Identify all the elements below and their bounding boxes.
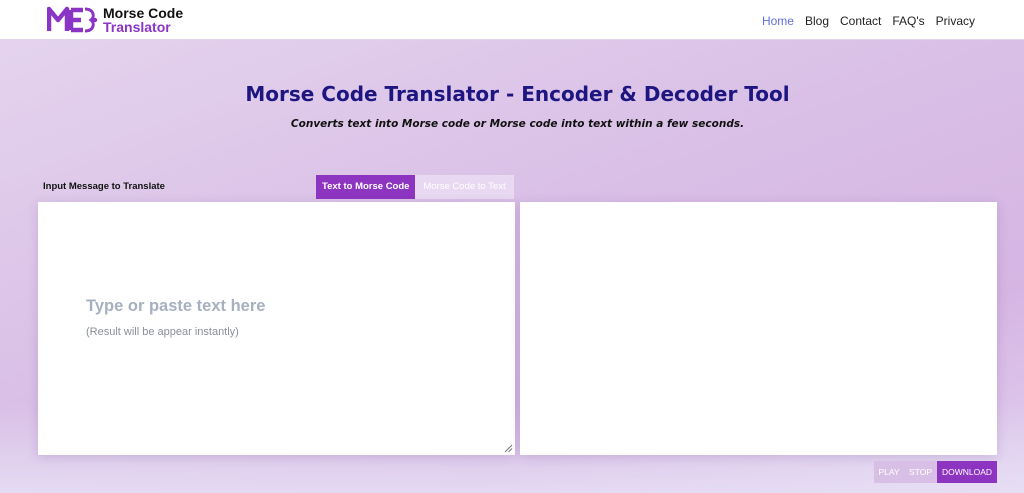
brand-name-line1: Morse Code [103, 5, 184, 21]
nav-link-faqs[interactable]: FAQ's [892, 14, 924, 28]
nav-link-blog[interactable]: Blog [805, 14, 829, 28]
page-subtitle: Converts text into Morse code or Morse c… [290, 118, 745, 130]
nav-link-contact[interactable]: Contact [840, 14, 881, 28]
tab-morse-to-text[interactable]: Morse Code to Text [415, 175, 514, 199]
brand-name-line2: Translator [103, 19, 171, 35]
main-nav: Home Blog Contact FAQ's Privacy [762, 14, 975, 28]
top-navbar: Morse Code Translator Home Blog Contact … [0, 0, 1024, 40]
download-button[interactable]: DOWNLOAD [937, 461, 997, 483]
morse-logo-icon [47, 6, 98, 33]
audio-controls: PLAY STOP DOWNLOAD [874, 461, 997, 483]
nav-link-privacy[interactable]: Privacy [936, 14, 975, 28]
stop-button[interactable]: STOP [904, 461, 937, 483]
mode-tabs: Text to Morse Code Morse Code to Text [316, 175, 514, 199]
nav-link-home[interactable]: Home [762, 14, 794, 28]
page-title: Morse Code Translator - Encoder & Decode… [245, 82, 790, 106]
input-panel: Type or paste text here (Result will be … [38, 202, 515, 455]
brand-logo[interactable]: Morse Code Translator [47, 5, 183, 35]
text-input[interactable] [38, 202, 515, 455]
input-label: Input Message to Translate [43, 181, 165, 192]
play-button[interactable]: PLAY [874, 461, 904, 483]
resize-handle-icon[interactable] [504, 444, 513, 453]
output-panel[interactable] [520, 202, 997, 455]
tab-text-to-morse[interactable]: Text to Morse Code [316, 175, 415, 199]
